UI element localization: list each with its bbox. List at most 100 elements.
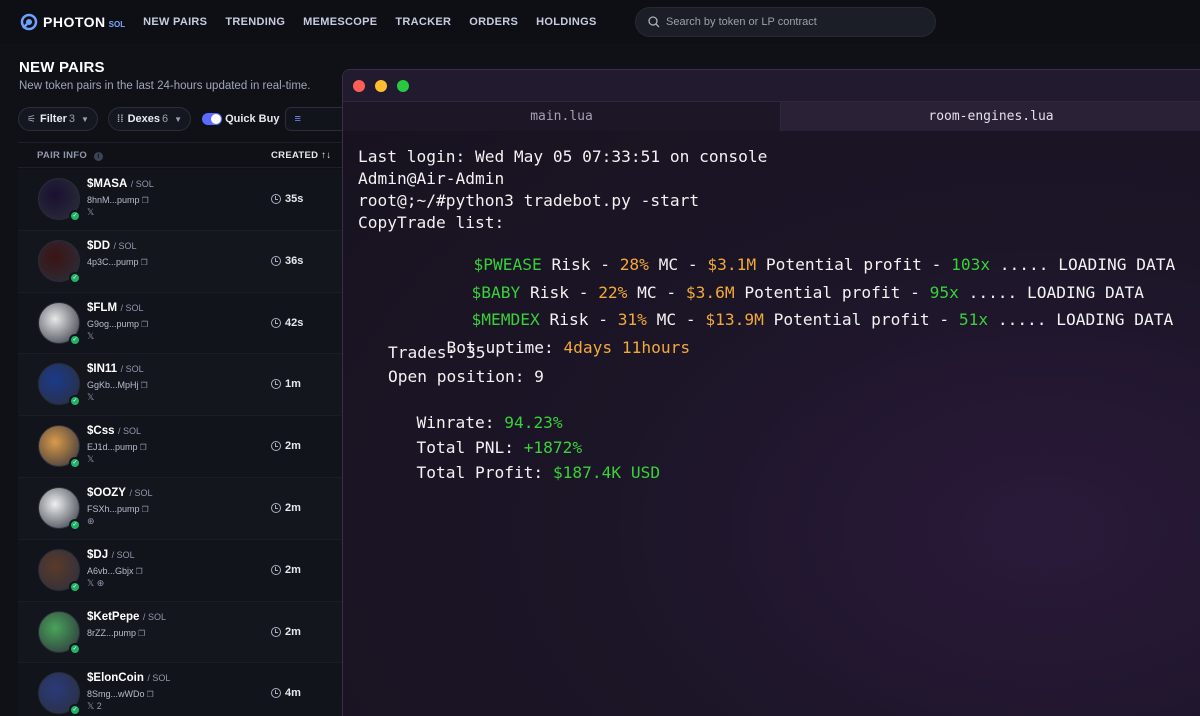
copy-icon[interactable]: ❐ <box>141 320 148 329</box>
table-row[interactable]: ✓ $MASA / SOL 8hnM...pump ❐ 𝕏 35s <box>18 169 342 231</box>
copy-icon[interactable]: ❐ <box>141 258 148 267</box>
token-address-line: GgKb...MpHj ❐ <box>87 380 148 390</box>
quick-buy-amount-input[interactable]: ≡ <box>285 107 348 131</box>
quick-buy-toggle[interactable] <box>202 113 223 125</box>
chevron-down-icon: ▼ <box>174 114 183 124</box>
photon-logo[interactable]: PHOTON SOL <box>20 13 125 31</box>
terminal-line-command: root@;~/#python3 tradebot.py -start <box>358 191 700 210</box>
token-pair-quote: SOL <box>125 302 144 313</box>
clock-icon <box>271 194 281 204</box>
column-pair-info-label: PAIR INFO <box>37 149 88 161</box>
quick-buy-toggle-group: Quick Buy ≡ <box>202 107 348 131</box>
nav-orders[interactable]: ORDERS <box>469 16 518 28</box>
table-row[interactable]: ✓ $DJ / SOL A6vb...Gbjx ❐ 𝕏 ⊕ 2m <box>18 539 342 602</box>
copy-icon[interactable]: ❐ <box>141 381 148 390</box>
social-links[interactable]: 𝕏 ⊕ <box>87 578 104 589</box>
table-row[interactable]: ✓ $DD / SOL 4p3C...pump ❐ 36s <box>18 230 342 293</box>
pairs-list: ✓ $MASA / SOL 8hnM...pump ❐ 𝕏 35s ✓ $DD / SOL 4p… <box>18 169 342 716</box>
token-name-line: $KetPepe / SOL <box>87 611 166 623</box>
filter-button[interactable]: ⚟ Filter 3 ▼ <box>18 107 98 131</box>
close-window-button[interactable] <box>353 79 365 92</box>
token-address: GgKb...MpHj <box>87 380 139 391</box>
copy-icon[interactable]: ❐ <box>147 690 154 699</box>
token-symbol: $Css <box>87 425 115 438</box>
brand-sub: SOL <box>108 20 126 29</box>
pair-age-value: 36s <box>285 254 304 267</box>
info-icon[interactable]: i <box>93 151 103 161</box>
pair-age-value: 4m <box>285 687 301 700</box>
table-row[interactable]: ✓ $OOZY / SOL FSXh...pump ❐ ⊕ 2m <box>18 477 342 540</box>
tab-room-engines-lua[interactable]: room-engines.lua <box>781 102 1200 131</box>
photon-logo-icon <box>20 13 38 31</box>
pump-badge-icon: ✓ <box>69 271 81 284</box>
list-icon: ≡ <box>294 113 301 125</box>
token-pair-quote: SOL <box>118 240 137 251</box>
social-links[interactable]: 𝕏 <box>87 207 94 218</box>
token-pair: / SOL <box>126 487 153 498</box>
terminal-line-list-header: CopyTrade list: <box>358 213 505 232</box>
token-name-line: $OOZY / SOL <box>87 487 153 499</box>
clock-icon <box>271 502 281 513</box>
copy-icon[interactable]: ❐ <box>142 505 149 514</box>
token-symbol: $ElonCoin <box>87 672 144 685</box>
token-symbol: $OOZY <box>87 486 126 499</box>
pump-badge-icon: ✓ <box>69 580 81 593</box>
social-links[interactable]: ⊕ <box>87 516 95 527</box>
minimize-window-button[interactable] <box>375 79 387 92</box>
grid-icon: ⁞⁞ <box>116 113 124 125</box>
copy-icon[interactable]: ❐ <box>138 629 145 638</box>
trade-mc: $13.9M <box>705 310 764 329</box>
nav-tracker[interactable]: TRACKER <box>395 16 451 28</box>
copy-icon[interactable]: ❐ <box>142 196 149 205</box>
nav-new-pairs[interactable]: NEW PAIRS <box>143 16 207 28</box>
pair-age: 36s <box>271 255 303 267</box>
table-row[interactable]: ✓ $KetPepe / SOL 8rZZ...pump ❐ 2m <box>18 601 342 664</box>
terminal-titlebar <box>343 70 1200 101</box>
table-row[interactable]: ✓ $Css / SOL EJ1d...pump ❐ 𝕏 2m <box>18 416 342 478</box>
table-row[interactable]: ✓ $ElonCoin / SOL 8Smg...wWDo ❐ 𝕏 2 4m <box>18 663 342 716</box>
social-links[interactable]: 𝕏 <box>87 331 94 342</box>
dexes-count: 6 <box>162 113 169 125</box>
quick-buy-label: Quick Buy <box>225 113 280 125</box>
filter-label: Filter <box>39 113 67 125</box>
token-pair-quote: SOL <box>125 364 144 375</box>
nav-trending[interactable]: TRENDING <box>225 16 285 28</box>
maximize-window-button[interactable] <box>397 79 409 92</box>
column-pair-info[interactable]: PAIR INFO i <box>37 150 103 161</box>
table-row[interactable]: ✓ $FLM / SOL G9og...pump ❐ 𝕏 42s <box>18 292 342 355</box>
token-address: G9og...pump <box>87 318 140 329</box>
search-input[interactable] <box>666 16 916 28</box>
token-symbol: $MASA <box>87 178 128 190</box>
social-links[interactable]: 𝕏 <box>87 392 94 403</box>
token-symbol: $IN11 <box>87 363 118 376</box>
search-box[interactable] <box>635 7 936 37</box>
token-name-line: $ElonCoin / SOL <box>87 672 170 684</box>
token-pair: / SOL <box>115 426 142 437</box>
token-pair: / SOL <box>144 673 171 684</box>
column-created[interactable]: CREATED ↑↓ <box>271 150 331 161</box>
token-pair: / SOL <box>140 611 166 622</box>
pair-age-value: 2m <box>285 625 301 638</box>
pair-age-value: 2m <box>285 501 301 514</box>
pair-age: 2m <box>271 502 301 514</box>
nav-memescope[interactable]: MEMESCOPE <box>303 16 377 28</box>
tab-main-lua[interactable]: main.lua <box>343 102 781 131</box>
social-links[interactable]: 𝕏 2 <box>87 701 102 712</box>
copy-icon[interactable]: ❐ <box>140 443 147 452</box>
trade-profit: 51x <box>958 310 989 329</box>
search-icon <box>648 16 660 28</box>
profit-label: Potential profit - <box>763 310 959 329</box>
pair-age-value: 1m <box>285 378 301 391</box>
table-row[interactable]: ✓ $IN11 / SOL GgKb...MpHj ❐ 𝕏 1m <box>18 354 342 417</box>
social-links[interactable]: 𝕏 <box>87 454 94 465</box>
terminal-line-login: Last login: Wed May 05 07:33:51 on conso… <box>358 147 768 166</box>
token-address: 8hnM...pump <box>87 195 140 205</box>
nav-holdings[interactable]: HOLDINGS <box>536 16 596 28</box>
uptime-value: 4days 11hours <box>563 338 691 357</box>
token-address-line: G9og...pump ❐ <box>87 319 148 329</box>
dexes-button[interactable]: ⁞⁞ Dexes 6 ▼ <box>107 107 192 131</box>
clock-icon <box>271 688 281 699</box>
clock-icon <box>271 255 281 266</box>
token-address-line: 8rZZ...pump ❐ <box>87 628 145 638</box>
copy-icon[interactable]: ❐ <box>136 567 143 576</box>
